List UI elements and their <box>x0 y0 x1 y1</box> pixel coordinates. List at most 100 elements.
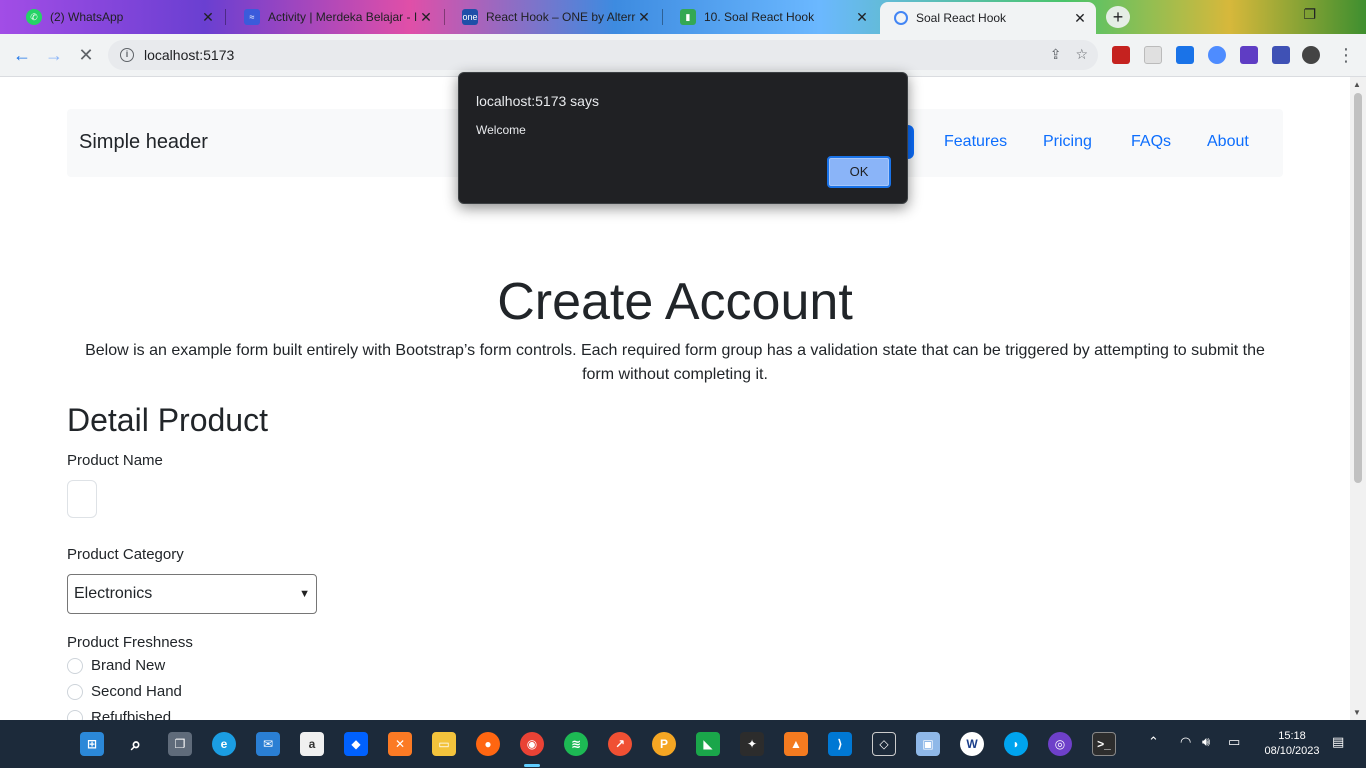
edge-icon[interactable]: e <box>212 732 236 756</box>
close-icon[interactable]: ✕ <box>200 9 216 26</box>
firefox-icon[interactable]: ● <box>476 732 500 756</box>
share-icon[interactable]: ⇪ <box>1050 46 1062 63</box>
sourcetree-icon[interactable]: ▲ <box>784 732 808 756</box>
tab-title: (2) WhatsApp <box>50 10 124 24</box>
mail-icon[interactable]: ✉ <box>256 732 280 756</box>
extension-icon[interactable] <box>1144 46 1162 64</box>
dialog-title: localhost:5173 says <box>476 93 599 109</box>
copy-extension-icon[interactable] <box>1176 46 1194 64</box>
chevron-down-icon: ▼ <box>299 588 310 600</box>
nav-pricing[interactable]: Pricing <box>1043 133 1092 151</box>
tab-separator <box>225 9 226 25</box>
page-scrollbar[interactable]: ▲ ▼ <box>1350 77 1366 720</box>
nav-about[interactable]: About <box>1207 133 1249 151</box>
vscode-icon[interactable]: ⟩ <box>828 732 852 756</box>
tab-title: Soal React Hook <box>916 11 1007 25</box>
tab-strip: ✆ (2) WhatsApp ✕ ≈ Activity | Merdeka Be… <box>0 0 1366 34</box>
radio-label: Refufbished <box>91 709 172 720</box>
back-arrow-icon[interactable]: ← <box>10 44 34 68</box>
dropbox-icon[interactable]: ◆ <box>344 732 368 756</box>
scroll-down-icon[interactable]: ▼ <box>1353 708 1361 717</box>
figma-icon[interactable]: ✦ <box>740 732 764 756</box>
brand-title[interactable]: Simple header <box>79 131 208 154</box>
stop-loading-icon[interactable]: ✕ <box>74 44 98 68</box>
loading-icon <box>894 11 908 25</box>
task-view-icon[interactable]: ❐ <box>168 732 192 756</box>
restore-window-icon[interactable]: ❐ <box>1303 6 1316 23</box>
sidepanel-icon[interactable] <box>1272 46 1290 64</box>
selected-value: Electronics <box>74 585 153 602</box>
tab-soal-react-hook-active[interactable]: Soal React Hook ✕ <box>880 2 1096 34</box>
battery-icon[interactable]: ▭ <box>1228 734 1240 750</box>
bookmark-star-icon[interactable]: ☆ <box>1075 46 1088 63</box>
notification-icon[interactable]: ▤ <box>1332 734 1344 750</box>
profile-avatar[interactable] <box>1302 46 1320 64</box>
info-icon[interactable]: i <box>120 48 134 62</box>
page-lead: Below is an example form built entirely … <box>85 342 1265 383</box>
volume-icon[interactable]: 🔊︎ <box>1202 734 1210 750</box>
virtualbox-icon[interactable]: ▣ <box>916 732 940 756</box>
github-desktop-icon[interactable]: ◎ <box>1048 732 1072 756</box>
page-title: Create Account <box>497 273 853 331</box>
chevron-up-icon[interactable]: ⌃ <box>1148 734 1159 750</box>
tab-merdeka[interactable]: ≈ Activity | Merdeka Belajar - I ✕ <box>230 4 442 30</box>
nav-faqs[interactable]: FAQs <box>1131 133 1171 151</box>
scrollbar-thumb[interactable] <box>1354 93 1362 483</box>
cube-app-icon[interactable]: ◇ <box>872 732 896 756</box>
radio-second-hand[interactable]: Second Hand <box>67 683 182 700</box>
pencil-app-icon[interactable]: P <box>652 732 676 756</box>
radio-circle[interactable] <box>67 709 83 720</box>
system-clock[interactable]: 15:18 08/10/2023 <box>1258 729 1326 759</box>
radio-circle[interactable] <box>67 657 83 674</box>
ok-button[interactable]: OK <box>827 156 891 188</box>
product-category-select[interactable]: Electronics ▼ <box>67 574 317 614</box>
tab-soal-react-hook-10[interactable]: ▮ 10. Soal React Hook ✕ <box>666 4 878 30</box>
postman-icon[interactable]: ↗ <box>608 732 632 756</box>
whatsapp-icon: ✆ <box>26 9 42 25</box>
close-icon[interactable]: ✕ <box>854 9 870 26</box>
search-icon[interactable]: ⌕ <box>124 732 148 756</box>
close-icon[interactable]: ✕ <box>418 9 434 26</box>
new-tab-button[interactable]: + <box>1106 6 1130 28</box>
puzzle-extensions-icon[interactable] <box>1240 46 1258 64</box>
tab-title: React Hook – ONE by Alterr <box>486 10 636 24</box>
clock-date: 08/10/2023 <box>1264 745 1320 757</box>
radio-brand-new[interactable]: Brand New <box>67 657 165 674</box>
kampus-merdeka-icon: ≈ <box>244 9 260 25</box>
close-icon[interactable]: ✕ <box>636 9 652 26</box>
alert-dialog: localhost:5173 says Welcome OK <box>458 72 908 204</box>
windows-start-icon[interactable]: ⊞ <box>80 732 104 756</box>
green-app-icon[interactable]: ◣ <box>696 732 720 756</box>
radio-label: Brand New <box>91 657 166 674</box>
radio-refurbished[interactable]: Refufbished <box>67 709 171 720</box>
scroll-up-icon[interactable]: ▲ <box>1353 80 1361 89</box>
address-bar[interactable]: i localhost:5173 ⇪ ☆ <box>108 40 1098 70</box>
feather-extension-icon[interactable] <box>1208 46 1226 64</box>
spotify-icon[interactable]: ≋ <box>564 732 588 756</box>
xampp-icon[interactable]: ✕ <box>388 732 412 756</box>
edge-dev-icon[interactable]: ◗ <box>1004 732 1028 756</box>
close-icon[interactable]: ✕ <box>1072 10 1088 27</box>
forward-arrow-icon[interactable]: → <box>42 44 66 68</box>
w-app-icon[interactable]: W <box>960 732 984 756</box>
nav-features[interactable]: Features <box>944 133 1007 151</box>
section-title: Detail Product <box>67 402 268 438</box>
file-explorer-icon[interactable]: ▭ <box>432 732 456 756</box>
taskbar: ⊞ ⌕ ❐ e ✉ a ◆ ✕ ▭ ● ◉ ≋ ↗ P ◣ ✦ ▲ ⟩ ◇ ▣ … <box>0 720 1366 768</box>
wifi-icon[interactable]: ◠ <box>1180 734 1191 750</box>
tab-react-hook-one[interactable]: one React Hook – ONE by Alterr ✕ <box>448 4 660 30</box>
tab-title: 10. Soal React Hook <box>704 10 815 24</box>
one-alterra-icon: one <box>462 9 478 25</box>
mcafee-extension-icon[interactable] <box>1112 46 1130 64</box>
tab-separator <box>662 9 663 25</box>
terminal-icon[interactable]: >_ <box>1092 732 1116 756</box>
chrome-icon[interactable]: ◉ <box>520 732 544 756</box>
tab-whatsapp[interactable]: ✆ (2) WhatsApp ✕ <box>12 4 224 30</box>
amazon-icon[interactable]: a <box>300 732 324 756</box>
more-menu-icon[interactable]: ⋮ <box>1334 44 1358 68</box>
product-freshness-label: Product Freshness <box>67 634 193 651</box>
book-icon: ▮ <box>680 9 696 25</box>
radio-circle[interactable] <box>67 683 83 700</box>
product-name-input[interactable] <box>67 480 97 518</box>
product-category-label: Product Category <box>67 546 184 563</box>
